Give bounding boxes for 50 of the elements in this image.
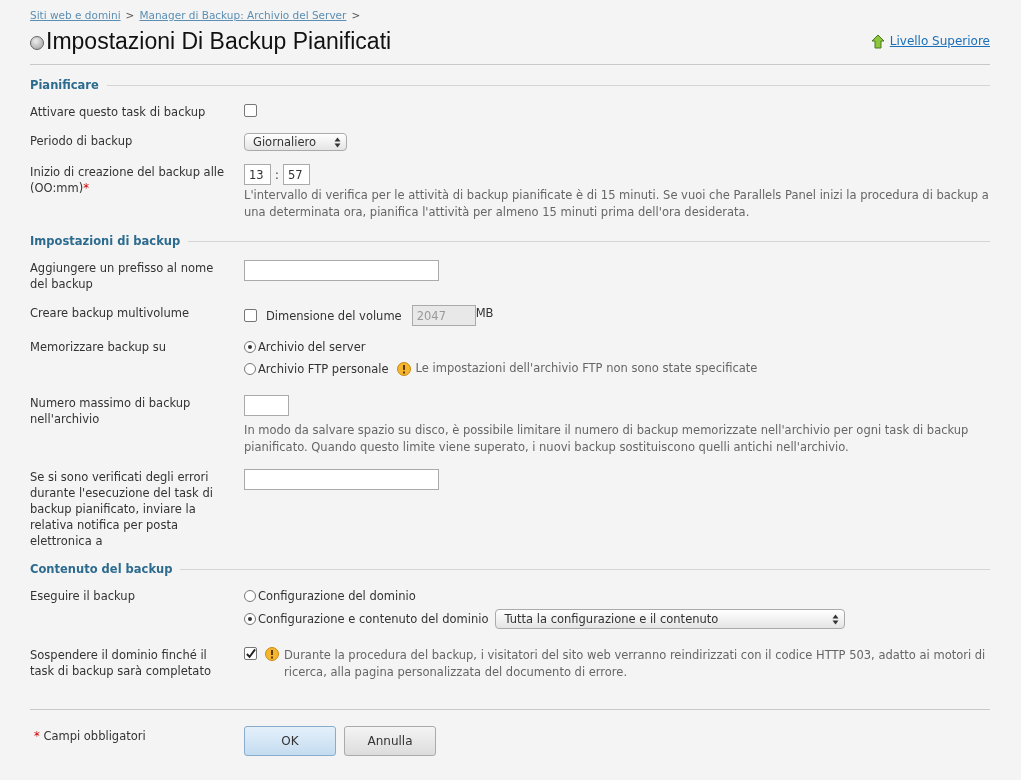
radio-button[interactable] (244, 362, 256, 375)
section-title: Contenuto del backup (30, 562, 173, 576)
field-label: Numero massimo di backup nell'archivio (30, 395, 192, 428)
up-arrow-icon[interactable] (870, 33, 885, 49)
input-field[interactable] (244, 395, 289, 416)
radio-button[interactable] (244, 613, 256, 625)
field-label: Periodo di backup (30, 133, 134, 150)
field-label: Aggiungere un prefisso al nome del backup (30, 260, 215, 292)
field-label: Eseguire il backup (30, 588, 136, 605)
content-select[interactable]: Tutta la configurazione e il contenuto (495, 609, 846, 629)
field-label: Inizio di creazione del backup alle (OO:mm)* (30, 164, 226, 197)
warning-text: Durante la procedura del backup, i visitatori del sito web verranno reindirizzati con il codice HTTP 503, adatto ai motori di ricerca, alla pagina personalizzata del documento di errore. (284, 647, 987, 681)
option-label: Configurazione e contenuto del dominio (258, 611, 489, 627)
option-label: Dimensione del volume (266, 307, 402, 324)
field-label: Memorizzare backup su (30, 339, 167, 356)
page-title: Impostazioni Di Backup Pianificati (46, 27, 392, 55)
period-select[interactable]: Giornaliero (244, 133, 347, 151)
breadcrumb-separator: > (351, 9, 361, 21)
up-down-arrows-icon (334, 136, 341, 148)
checkbox[interactable] (244, 647, 257, 660)
option-label: Archivio FTP personale (258, 360, 389, 377)
field-label: Sospendere il dominio finché il task di backup sarà completato (30, 647, 212, 680)
unit-label: MB (475, 305, 494, 321)
hint-text: L'intervallo di verifica per le attività di backup pianificate è di 15 minuti. Se vuoi che Parallels Panel inizi la procedura di backup a una determinata ora, pianifica l'attività per almeno 15 minuti prima dell'ora desiderata. (244, 187, 990, 221)
minutes-field[interactable]: 57 (282, 164, 310, 185)
time-separator: : (275, 166, 279, 183)
warning-icon (265, 647, 279, 661)
field-label: Creare backup multivolume (30, 305, 191, 322)
breadcrumb-separator: > (125, 9, 135, 21)
hours-field[interactable]: 13 (244, 164, 271, 185)
section-title: Pianificare (30, 78, 99, 92)
radio-button[interactable] (244, 341, 256, 353)
input-field[interactable] (244, 260, 439, 281)
warning-text: Le impostazioni dell'archivio FTP non sono state specificate (415, 360, 758, 377)
warning-icon (396, 361, 411, 376)
ok-button[interactable]: OK (244, 726, 336, 756)
option-label: Archivio del server (258, 339, 366, 355)
cancel-button[interactable]: Annulla (344, 726, 436, 756)
section-title: Impostazioni di backup (30, 234, 181, 248)
checkbox[interactable] (244, 104, 257, 117)
option-label: Configurazione del dominio (258, 588, 416, 604)
up-level-link[interactable]: Livello Superiore (889, 34, 990, 48)
required-note: * Campi obbligatori (33, 728, 147, 745)
radio-button[interactable] (244, 590, 256, 602)
circle-icon (30, 36, 44, 50)
field-label: Se si sono verificati degli errori durante l'esecuzione del task di backup pianificato, inviare la relativa notifica per posta elettronica a (30, 469, 214, 549)
hint-text: In modo da salvare spazio su disco, è possibile limitare il numero di backup memorizzate nell'archivio per ogni task di backup pianificato. Quando questo limite viene superato, i nuovi backup sostituiscono quelli antichi nell'archivio. (244, 422, 970, 456)
input-field[interactable] (244, 469, 439, 490)
field-label: Attivare questo task di backup (30, 104, 207, 120)
up-down-arrows-icon (832, 613, 840, 625)
